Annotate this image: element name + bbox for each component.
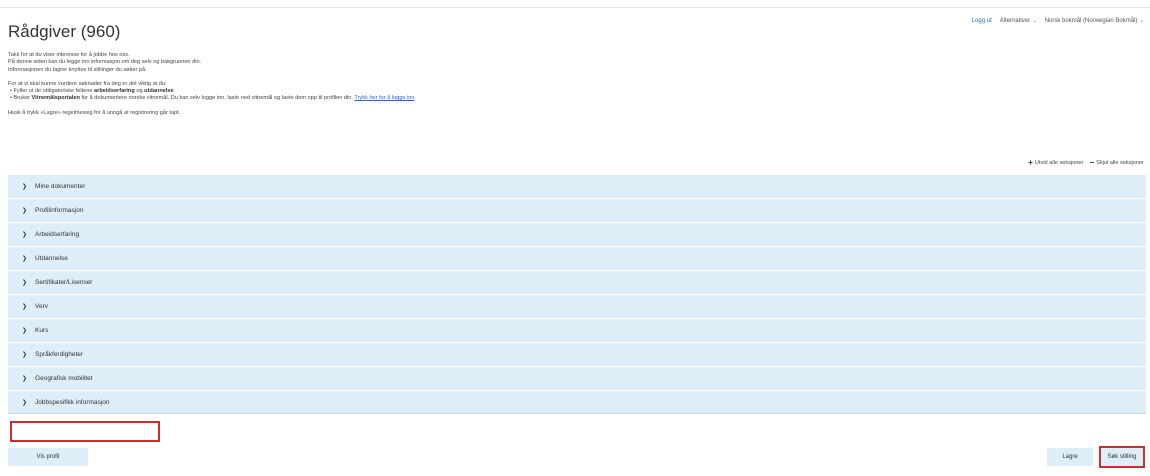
chevron-right-icon: ❯	[22, 328, 28, 334]
options-menu[interactable]: Alternativer ⌄	[1000, 18, 1037, 24]
section-label: Språkferdigheter	[35, 351, 84, 358]
bullet-bold: utdannelse	[144, 88, 174, 95]
top-navigation: Logg ut Alternativer ⌄ Norsk bokmål (Nor…	[972, 18, 1144, 24]
chevron-right-icon: ❯	[22, 184, 28, 190]
section-profilinformasjon[interactable]: ❯ Profilinformasjon	[8, 198, 1146, 222]
section-sertifikater[interactable]: ❯ Sertifikater/Lisenser	[8, 270, 1146, 294]
section-arbeidserfaring[interactable]: ❯ Arbeidserfaring	[8, 222, 1146, 246]
section-label: Verv	[35, 303, 49, 310]
section-label: Jobbspesifikk informasjon	[35, 398, 110, 406]
chevron-right-icon: ❯	[22, 256, 28, 262]
section-utdannelse[interactable]: ❯ Utdannelse	[8, 246, 1146, 270]
section-label: Kurs	[35, 327, 49, 334]
intro-bullet: • Bruker Vitnemålsportalen for å dokumen…	[8, 95, 908, 102]
intro-line: Husk å trykk «Lagre» regelmessig for å u…	[8, 109, 181, 116]
section-controls: + Utvid alle seksjoner − Skjul alle seksjo…	[1028, 158, 1144, 167]
section-label: Geografisk mobilitet	[35, 375, 93, 382]
chevron-right-icon: ❯	[22, 376, 28, 382]
intro-line: Informasjonen du lagrer knyttes til stil…	[8, 66, 147, 73]
section-sprakferdigheter[interactable]: ❯ Språkferdigheter	[8, 342, 1146, 366]
plus-icon: +	[1028, 158, 1033, 167]
chevron-right-icon: ❯	[22, 280, 28, 286]
options-label: Alternativer	[999, 18, 1031, 24]
chevron-right-icon: ❯	[22, 208, 28, 214]
bullet-bold: arbeidserfaring	[94, 88, 135, 95]
section-label: Profilinformasjon	[35, 207, 84, 214]
expand-all-label: Utvid alle seksjoner	[1034, 159, 1084, 166]
bullet-text: for å dokumentere norske vitnemål. Du ka…	[79, 95, 355, 102]
collapse-all-button[interactable]: − Skjul alle seksjoner	[1089, 158, 1144, 167]
bullet-text: og	[134, 88, 145, 95]
page-title: Rådgiver (960)	[8, 22, 121, 41]
section-label: Utdannelse	[35, 255, 68, 262]
collapse-all-label: Skjul alle seksjoner	[1096, 159, 1144, 166]
chevron-down-icon: ⌄	[1138, 18, 1144, 24]
top-divider	[0, 7, 1150, 8]
apply-button[interactable]: Søk stilling	[1099, 446, 1145, 468]
minus-icon: −	[1089, 158, 1095, 167]
chevron-down-icon: ⌄	[1031, 18, 1037, 24]
section-geografisk-mobilitet[interactable]: ❯ Geografisk mobilitet	[8, 366, 1146, 390]
chevron-right-icon: ❯	[22, 352, 28, 358]
highlight-box	[10, 421, 160, 442]
bullet-text: • Fyller ut de obligatoriske feltene	[10, 88, 95, 95]
language-menu[interactable]: Norsk bokmål (Norwegian Bokmål) ⌄	[1045, 18, 1144, 24]
intro-line: For at vi skal kunne vurdere søknader fr…	[8, 80, 167, 87]
bullet-text: • Bruker	[10, 95, 32, 102]
intro-line: På denne siden kan du legge inn informas…	[8, 59, 202, 66]
section-mine-dokumenter[interactable]: ❯ Mine dokumenter	[8, 174, 1146, 198]
language-label: Norsk bokmål (Norwegian Bokmål)	[1044, 18, 1138, 24]
section-label: Arbeidserfaring	[35, 231, 80, 238]
chevron-right-icon: ❯	[22, 232, 28, 238]
chevron-right-icon: ❯	[22, 399, 28, 406]
save-button[interactable]: Lagre	[1047, 448, 1093, 466]
section-label: Mine dokumenter	[35, 183, 86, 190]
section-jobbspesifikk-informasjon[interactable]: ❯ Jobbspesifikk informasjon	[8, 390, 1146, 414]
profile-sections: ❯ Mine dokumenter ❯ Profilinformasjon ❯ Arb…	[8, 174, 1146, 414]
section-kurs[interactable]: ❯ Kurs	[8, 318, 1146, 342]
intro-text: Takk for at du viser interesse for å job…	[8, 52, 908, 117]
view-profile-button[interactable]: Vis profil	[8, 448, 88, 466]
expand-all-button[interactable]: + Utvid alle seksjoner	[1028, 158, 1083, 167]
logout-link[interactable]: Logg ut	[972, 18, 992, 24]
section-verv[interactable]: ❯ Verv	[8, 294, 1146, 318]
chevron-right-icon: ❯	[22, 304, 28, 310]
section-label: Sertifikater/Lisenser	[35, 279, 93, 286]
login-portal-link[interactable]: Trykk her for å logge inn	[354, 95, 414, 101]
bullet-bold: Vitnemålsportalen	[31, 95, 80, 102]
